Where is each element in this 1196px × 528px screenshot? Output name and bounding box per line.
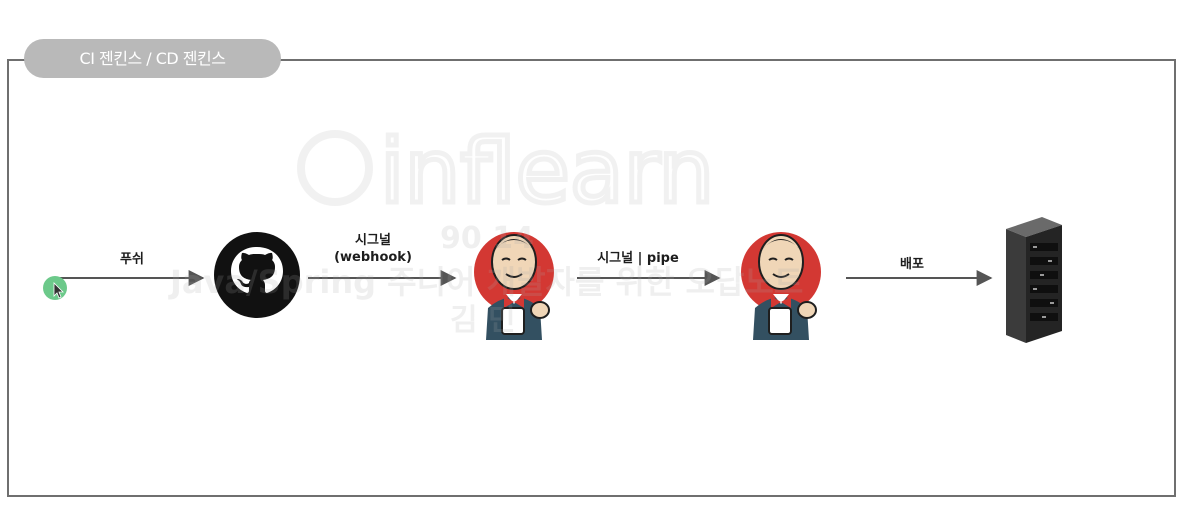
diagram-canvas: CI 젠킨스 / CD 젠킨스 푸쉬 시그널 (webhook) 시그널 | p… (0, 0, 1196, 528)
edge-label-deploy: 배포 (900, 257, 924, 272)
edge-label-push: 푸쉬 (120, 252, 144, 267)
watermark-line1: 90 14 (440, 221, 534, 256)
watermark: inflearn 90 14 Java/Spring 주니어 개발자를 위한 오… (168, 118, 803, 339)
watermark-line3: 김 민 (450, 303, 516, 338)
watermark-brand: inflearn (380, 120, 714, 223)
server-rack-icon (1006, 217, 1062, 343)
watermark-line2: Java/Spring 주니어 개발자를 위한 오답노트 (168, 263, 803, 301)
